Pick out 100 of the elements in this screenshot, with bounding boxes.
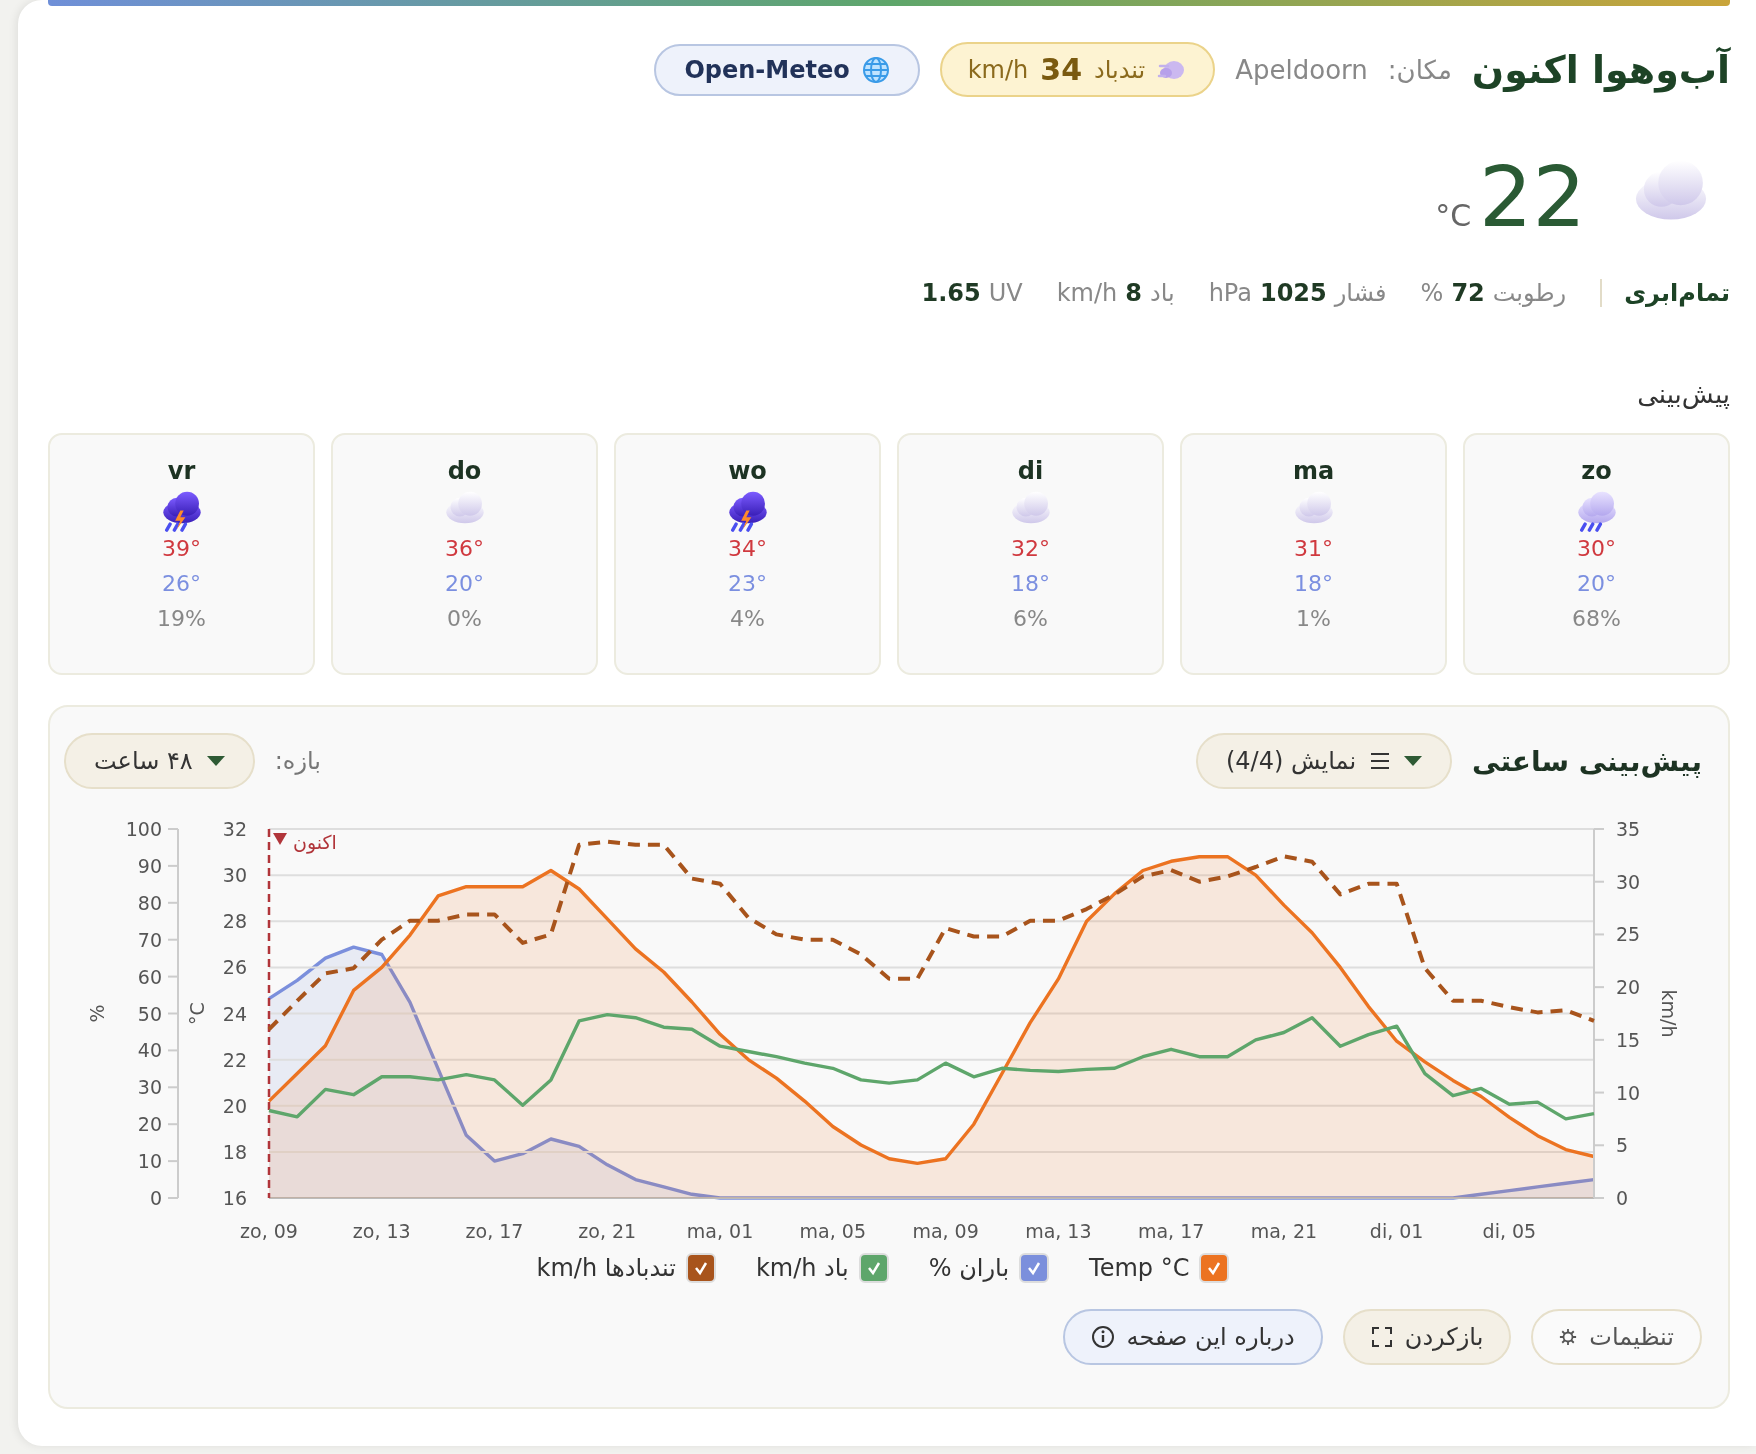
source-label: Open-Meteo xyxy=(684,55,850,84)
legend-checkbox[interactable] xyxy=(1199,1253,1230,1283)
tick-label: 26 xyxy=(222,956,247,979)
high-temp: 32° xyxy=(1011,535,1050,561)
temperature-unit: °C xyxy=(1435,198,1472,233)
precipitation: 6% xyxy=(1013,605,1048,631)
legend-label: باد km/h xyxy=(755,1254,849,1282)
tick-label: 10 xyxy=(137,1150,162,1173)
tick-label: 30 xyxy=(1616,870,1641,893)
axis-title: % xyxy=(86,1004,108,1023)
low-temp: 20° xyxy=(445,570,484,596)
tick-label: ma, 13 xyxy=(1025,1220,1092,1242)
toolbar-button[interactable]: درباره این صفحه xyxy=(1062,1309,1323,1365)
section-title: پیش‌بینی xyxy=(1636,379,1730,409)
tick-label: 0 xyxy=(1616,1187,1629,1209)
tick-label: 15 xyxy=(1616,1028,1641,1051)
tick-label: 22 xyxy=(222,1048,247,1071)
high-temp: 34° xyxy=(728,535,767,561)
tick-label: 30 xyxy=(222,864,247,887)
tick-label: 70 xyxy=(137,928,162,951)
detail-value: 1025 xyxy=(1259,279,1327,307)
detail-label: رطوبت xyxy=(1492,279,1567,307)
tick-label: zo, 13 xyxy=(352,1220,411,1242)
tick-label: di, 05 xyxy=(1482,1220,1537,1242)
axis-title: km/h xyxy=(1658,989,1680,1038)
caret-icon xyxy=(206,756,225,766)
tick-label: 16 xyxy=(222,1187,247,1209)
range-label: بازه: xyxy=(274,747,321,775)
page-title: آب‌وهوا اکنون xyxy=(1471,47,1730,92)
tick-label: 25 xyxy=(1616,923,1641,946)
check-icon xyxy=(1206,1260,1223,1276)
tick-label: 20 xyxy=(137,1113,162,1136)
day-name: ma xyxy=(1292,457,1335,485)
tick-label: 5 xyxy=(1616,1134,1629,1157)
settings-icon xyxy=(1559,1328,1578,1346)
tick-label: di, 01 xyxy=(1369,1220,1424,1242)
tick-label: 20 xyxy=(222,1094,247,1117)
legend-checkbox[interactable] xyxy=(858,1253,889,1283)
list-icon xyxy=(1370,752,1391,770)
tick-label: ma, 05 xyxy=(799,1220,867,1242)
high-temp: 36° xyxy=(445,535,484,561)
low-temp: 20° xyxy=(1577,570,1616,596)
tick-label: ma, 09 xyxy=(912,1220,979,1242)
tick-label: 60 xyxy=(137,965,162,988)
day-name: wo xyxy=(728,457,767,485)
precipitation: 4% xyxy=(730,605,765,631)
tick-label: 30 xyxy=(137,1076,162,1099)
high-temp: 31° xyxy=(1294,535,1333,561)
toolbar-button[interactable]: تنظیمات xyxy=(1531,1309,1702,1365)
day-name: do xyxy=(447,457,482,485)
legend-label: تندبادها km/h xyxy=(536,1254,676,1282)
panel-title: پیش‌بینی ساعتی xyxy=(1472,744,1702,778)
tick-label: ma, 01 xyxy=(686,1220,754,1242)
gust-value: 34 xyxy=(1040,52,1083,87)
gust-unit: km/h xyxy=(967,55,1029,84)
tick-label: 28 xyxy=(222,910,247,933)
precipitation: 19% xyxy=(157,605,206,631)
tick-label: 10 xyxy=(1616,1081,1641,1104)
tick-label: 24 xyxy=(222,1002,247,1025)
tick-label: ma, 21 xyxy=(1250,1220,1318,1242)
series-dropdown[interactable]: نمایش (4/4) xyxy=(1195,733,1453,789)
tick-label: 20 xyxy=(1616,976,1641,999)
legend-checkbox[interactable] xyxy=(1019,1253,1050,1283)
low-temp: 26° xyxy=(162,570,201,596)
toolbar-button[interactable]: بازکردن xyxy=(1342,1309,1512,1365)
caret-icon xyxy=(1404,756,1423,766)
info-icon xyxy=(1090,1325,1115,1349)
gust-label: تندباد xyxy=(1094,55,1146,84)
high-temp: 39° xyxy=(162,535,201,561)
temperature: 22 xyxy=(1479,155,1586,239)
now-label: اکنون xyxy=(293,831,337,853)
low-temp: 23° xyxy=(728,570,767,596)
tick-label: 32 xyxy=(222,818,247,840)
detail-label: باد xyxy=(1149,279,1175,307)
legend-checkbox[interactable] xyxy=(685,1253,716,1283)
detail-value: 8 xyxy=(1125,279,1142,307)
high-temp: 30° xyxy=(1577,535,1616,561)
detail-unit: % xyxy=(1420,279,1444,307)
day-name: vr xyxy=(167,457,196,485)
tick-label: 80 xyxy=(137,891,162,914)
tick-label: zo, 09 xyxy=(240,1220,298,1242)
check-icon xyxy=(865,1260,882,1276)
expand-icon xyxy=(1370,1326,1393,1348)
precipitation: 68% xyxy=(1572,605,1621,631)
tick-label: 90 xyxy=(137,854,162,877)
globe-icon xyxy=(861,55,890,84)
tick-label: zo, 21 xyxy=(578,1220,637,1242)
tick-label: 18 xyxy=(222,1140,247,1163)
range-dropdown[interactable]: ۴۸ ساعت xyxy=(64,733,255,789)
location-name: Apeldoorn xyxy=(1235,54,1368,85)
legend-label: باران % xyxy=(928,1254,1010,1282)
tick-label: 35 xyxy=(1616,818,1641,840)
tick-label: 100 xyxy=(125,818,162,840)
detail-unit: hPa xyxy=(1208,279,1252,307)
tick-label: 50 xyxy=(137,1002,162,1025)
low-temp: 18° xyxy=(1294,570,1333,596)
axis-title: °C xyxy=(186,1002,208,1025)
tick-label: ma, 17 xyxy=(1137,1220,1205,1242)
check-icon xyxy=(1026,1260,1043,1276)
detail-value: 1.65 xyxy=(921,279,981,307)
